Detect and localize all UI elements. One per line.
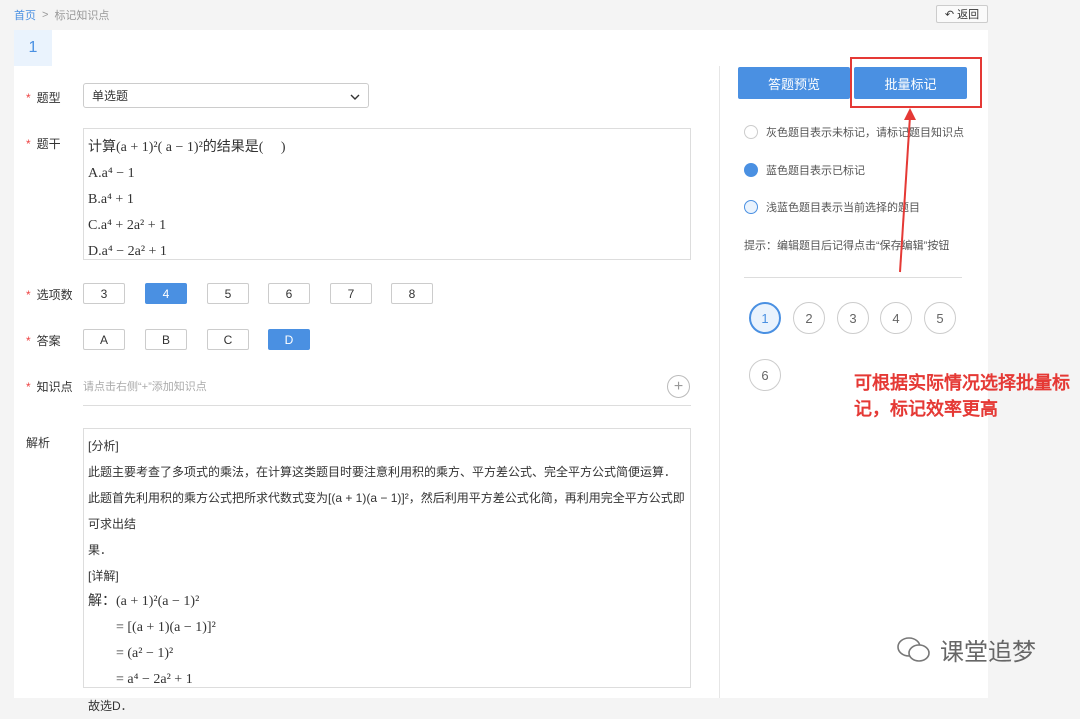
analysis-line: = a⁴ − 2a² + 1 (88, 672, 193, 687)
option-count-4[interactable]: 4 (145, 283, 187, 304)
analysis-line: [分析] (88, 439, 119, 453)
breadcrumb-separator: > (42, 9, 49, 21)
option-count-3[interactable]: 3 (83, 283, 125, 304)
knowledge-placeholder[interactable]: 请点击右侧“+”添加知识点 (83, 378, 207, 394)
analysis-label: 解析 (26, 434, 50, 451)
option-count-label: * 选项数 (26, 286, 73, 303)
watermark-text: 课堂追梦 (940, 639, 1036, 666)
analysis-line: = [(a + 1)(a − 1)]² (88, 620, 216, 635)
annotation-text: 可根据实际情况选择批量标记，标记效率更高 (854, 373, 1070, 419)
back-button[interactable]: ↶ 返回 (936, 5, 988, 23)
option-count-6[interactable]: 6 (268, 283, 310, 304)
analysis-line: 此题主要考查了多项式的乘法，在计算这类题目时要注意利用积的乘方、平方差公式、完全… (88, 465, 677, 479)
question-number-6[interactable]: 6 (749, 359, 781, 391)
undo-icon: ↶ (944, 8, 955, 21)
question-tab[interactable]: 1 (14, 30, 52, 66)
stem-label: * 题干 (26, 135, 61, 152)
legend-marked: 蓝色题目表示已标记 (744, 162, 865, 178)
option-count-label-text: 选项数 (36, 288, 73, 302)
analysis-line: 解：(a + 1)²(a − 1)² (88, 594, 200, 609)
analysis-line: = (a² − 1)² (88, 646, 174, 661)
question-number-5[interactable]: 5 (924, 302, 956, 334)
analysis-line: 故选D． (88, 699, 133, 713)
wechat-icon (897, 636, 930, 662)
knowledge-underline (83, 405, 691, 406)
stem-label-text: 题干 (36, 137, 61, 151)
required-mark: * (26, 333, 31, 348)
legend-text: 蓝色题目表示已标记 (766, 165, 865, 177)
option-count-8[interactable]: 8 (391, 283, 433, 304)
chevron-down-icon (350, 89, 360, 103)
stem-line: D.a⁴ − 2a² + 1 (88, 244, 167, 259)
required-mark: * (26, 379, 31, 394)
highlight-box (850, 57, 982, 108)
question-number-2[interactable]: 2 (793, 302, 825, 334)
add-knowledge-button[interactable]: + (667, 375, 690, 398)
back-button-label: 返回 (957, 9, 980, 21)
breadcrumb-current: 标记知识点 (54, 10, 110, 22)
question-number-1[interactable]: 1 (749, 302, 781, 334)
stem-line: C.a⁴ + 2a² + 1 (88, 218, 167, 233)
arrow-icon (899, 108, 916, 273)
divider (744, 277, 962, 278)
option-count-5[interactable]: 5 (207, 283, 249, 304)
column-divider (719, 66, 720, 698)
required-mark: * (26, 90, 31, 105)
watermark: 课堂追梦 (896, 632, 1036, 667)
gray-dot-icon (744, 125, 758, 139)
breadcrumb-home[interactable]: 首页 (14, 7, 36, 23)
answer-a[interactable]: A (83, 329, 125, 350)
analysis-line: 果． (88, 543, 113, 557)
blue-dot-icon (744, 163, 758, 177)
analysis-line: [详解] (88, 569, 119, 583)
question-number-3[interactable]: 3 (837, 302, 869, 334)
analysis-line: 此题首先利用积的乘方公式把所求代数式变为[(a + 1)(a − 1)]²，然后… (88, 491, 685, 531)
required-mark: * (26, 287, 31, 302)
stem-line: 计算(a + 1)²( a − 1)²的结果是( ) (88, 140, 286, 155)
question-type-select[interactable]: 单选题 (83, 83, 369, 108)
preview-button[interactable]: 答题预览 (738, 67, 850, 99)
type-label: * 题型 (26, 89, 61, 106)
question-number-4[interactable]: 4 (880, 302, 912, 334)
knowledge-label-text: 知识点 (36, 380, 73, 394)
plus-icon: + (673, 377, 684, 395)
stem-line: B.a⁴ + 1 (88, 192, 134, 207)
light-blue-dot-icon (744, 200, 758, 214)
analysis-label-text: 解析 (26, 436, 51, 450)
answer-label-text: 答案 (36, 334, 61, 348)
question-type-value: 单选题 (92, 89, 129, 103)
breadcrumb: 首页 > 标记知识点 (14, 7, 109, 23)
answer-label: * 答案 (26, 332, 61, 349)
option-count-7[interactable]: 7 (330, 283, 372, 304)
answer-d[interactable]: D (268, 329, 310, 350)
analysis-editor[interactable]: [分析] 此题主要考查了多项式的乘法，在计算这类题目时要注意利用积的乘方、平方差… (83, 428, 691, 713)
type-label-text: 题型 (36, 91, 61, 105)
legend-unmarked: 灰色题目表示未标记，请标记题目知识点 (744, 124, 964, 140)
required-mark: * (26, 136, 31, 151)
stem-editor[interactable]: 计算(a + 1)²( a − 1)²的结果是( ) A.a⁴ − 1 B.a⁴… (83, 128, 691, 260)
stem-line: A.a⁴ − 1 (88, 166, 135, 181)
legend-text: 灰色题目表示未标记，请标记题目知识点 (766, 127, 964, 139)
answer-c[interactable]: C (207, 329, 249, 350)
knowledge-label: * 知识点 (26, 378, 73, 395)
answer-b[interactable]: B (145, 329, 187, 350)
